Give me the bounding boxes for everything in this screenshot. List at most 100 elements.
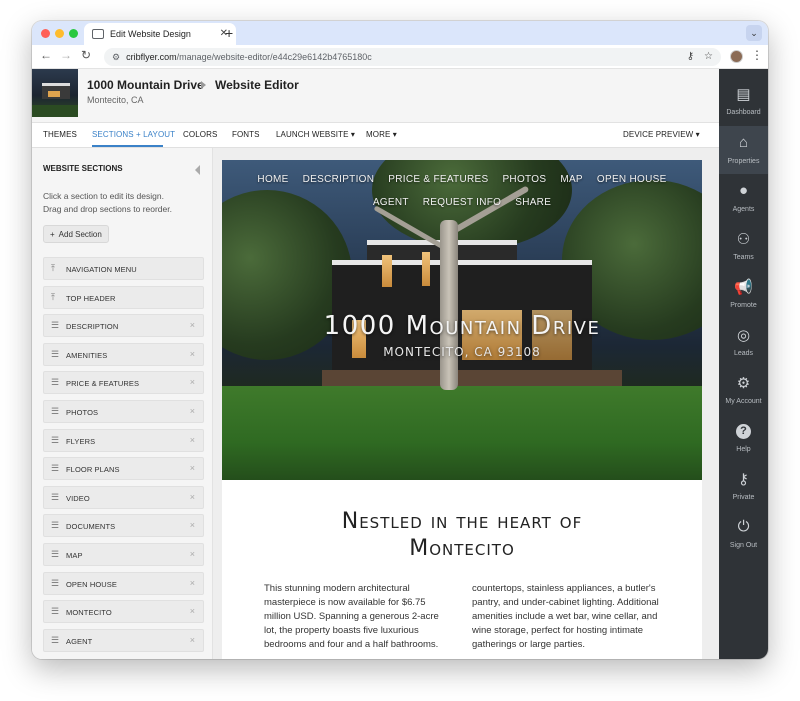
section-label: PHOTOS [66, 408, 99, 417]
drag-handle-icon[interactable]: ☰ [51, 521, 59, 530]
nav-item-dashboard[interactable]: ▤ Dashboard [719, 77, 768, 125]
minimize-window-button[interactable] [55, 29, 64, 38]
section-label: DOCUMENTS [66, 522, 116, 532]
dashboard-icon: ▤ [736, 86, 751, 103]
remove-section-icon[interactable]: × [190, 377, 195, 387]
drag-handle-icon[interactable]: ☰ [51, 550, 59, 559]
section-item[interactable]: ☰ FLYERS × [43, 428, 204, 452]
bookmark-star-icon[interactable]: ☆ [704, 51, 713, 62]
remove-section-icon[interactable]: × [190, 578, 195, 588]
nav-item-help[interactable]: ? Help [719, 414, 768, 462]
preview-nav-link[interactable]: PRICE & FEATURES [388, 174, 488, 185]
preview-nav-link[interactable]: SHARE [515, 197, 551, 208]
password-key-icon[interactable]: ⚷ [687, 51, 694, 62]
remove-section-icon[interactable]: × [190, 635, 195, 645]
section-item[interactable]: ⤒ NAVIGATION MENU [43, 257, 204, 280]
remove-section-icon[interactable]: × [190, 406, 195, 416]
forward-button[interactable]: → [58, 48, 74, 62]
section-item[interactable]: ☰ MAP × [43, 543, 204, 566]
drag-handle-icon[interactable]: ☰ [51, 578, 59, 588]
nav-item-label: Leads [733, 350, 754, 357]
section-item[interactable]: ☰ PRICE & FEATURES × [43, 371, 204, 395]
drag-handle-icon[interactable]: ☰ [51, 607, 59, 616]
reload-button[interactable]: ↻ [78, 48, 94, 62]
target-icon: ◎ [736, 327, 751, 344]
back-button[interactable]: ← [38, 48, 54, 62]
tab-fonts[interactable]: FONTS [232, 130, 260, 139]
nav-item-leads[interactable]: ◎ Leads [719, 318, 768, 366]
nav-item-my-account[interactable]: ⚙ My Account [719, 366, 768, 414]
device-preview-dropdown[interactable]: DEVICE PREVIEW ▾ [623, 130, 700, 139]
drag-handle-icon[interactable]: ☰ [51, 435, 59, 445]
teams-icon: ⚇ [736, 231, 751, 248]
properties-icon: ⌂ [738, 134, 749, 151]
sidebar-title: WEBSITE SECTIONS [43, 164, 123, 173]
preview-nav-link[interactable]: DESCRIPTION [303, 174, 375, 185]
maximize-window-button[interactable] [69, 29, 78, 38]
remove-section-icon[interactable]: × [190, 520, 195, 530]
new-tab-button[interactable]: + [225, 25, 233, 41]
tab-search-button[interactable]: ⌄ [746, 25, 762, 41]
website-preview[interactable]: HOME DESCRIPTION PRICE & FEATURES PHOTOS MAP… [222, 160, 702, 659]
section-item[interactable]: ☰ DESCRIPTION × [43, 314, 204, 338]
remove-section-icon[interactable]: × [190, 492, 195, 502]
nav-item-private[interactable]: ⚷ Private [719, 462, 768, 510]
section-label: DESCRIPTION [66, 322, 119, 332]
preview-nav-link[interactable]: OPEN HOUSE [597, 174, 667, 185]
site-info-icon[interactable]: ⚙ [112, 52, 120, 63]
close-window-button[interactable] [41, 29, 50, 38]
remove-section-icon[interactable]: × [190, 320, 195, 330]
sidebar-help-text: Click a section to edit its design. Drag… [43, 191, 172, 214]
drag-handle-icon[interactable]: ☰ [51, 635, 59, 645]
remove-section-icon[interactable]: × [190, 349, 195, 359]
section-item[interactable]: ☰ MONTECITO × [43, 600, 204, 624]
section-item[interactable]: ⤒ TOP HEADER [43, 285, 204, 309]
favicon-icon [92, 29, 104, 39]
nav-item-label: Dashboard [726, 109, 761, 116]
browser-tab[interactable]: Edit Website Design ✕ [84, 23, 236, 45]
remove-section-icon[interactable]: × [190, 606, 195, 616]
drag-handle-icon[interactable]: ☰ [51, 349, 59, 359]
nav-item-agents[interactable]: ● Agents [719, 174, 768, 222]
property-location: Montecito, CA [87, 95, 144, 105]
remove-section-icon[interactable]: × [190, 435, 195, 445]
drag-handle-icon[interactable]: ☰ [51, 492, 59, 502]
drag-handle-icon[interactable]: ☰ [51, 378, 59, 387]
tab-sections-layout[interactable]: SECTIONS + LAYOUT [92, 130, 175, 139]
remove-section-icon[interactable]: × [190, 463, 195, 473]
nav-item-teams[interactable]: ⚇ Teams [719, 222, 768, 270]
preview-nav-link[interactable]: PHOTOS [502, 174, 546, 185]
preview-nav-link[interactable]: AGENT [373, 197, 409, 208]
tab-colors[interactable]: COLORS [183, 130, 217, 139]
drag-handle-icon[interactable]: ☰ [51, 321, 59, 330]
agent-icon: ● [738, 182, 749, 199]
section-item[interactable]: ☰ AMENITIES × [43, 342, 204, 366]
collapse-sidebar-icon[interactable] [195, 165, 200, 175]
tab-launch-website[interactable]: LAUNCH WEBSITE ▾ [276, 130, 355, 139]
nav-item-sign-out[interactable]: ⏻ Sign Out [719, 510, 768, 558]
drag-handle-icon[interactable]: ☰ [51, 464, 59, 473]
preview-nav-link[interactable]: HOME [257, 174, 288, 185]
section-item[interactable]: ☰ PHOTOS × [43, 400, 204, 423]
hero-image[interactable]: HOME DESCRIPTION PRICE & FEATURES PHOTOS MAP… [222, 160, 702, 480]
section-item[interactable]: ☰ AGENT × [43, 628, 204, 652]
preview-nav-link[interactable]: REQUEST INFO [423, 197, 501, 208]
drag-handle-icon[interactable]: ☰ [51, 407, 59, 416]
nav-item-promote[interactable]: 📢 Promote [719, 270, 768, 318]
tab-themes[interactable]: THEMES [43, 130, 77, 139]
tab-more[interactable]: MORE ▾ [366, 130, 397, 139]
preview-nav-link[interactable]: MAP [560, 174, 583, 185]
section-item[interactable]: ☰ DOCUMENTS × [43, 514, 204, 538]
property-thumbnail[interactable] [32, 69, 78, 117]
browser-menu-icon[interactable]: ⋮ [751, 48, 763, 62]
nav-item-properties[interactable]: ⌂ Properties [719, 126, 768, 174]
nav-item-label: Private [732, 494, 755, 501]
section-item[interactable]: ☰ FLOOR PLANS × [43, 457, 204, 481]
profile-avatar[interactable] [730, 50, 743, 63]
section-item[interactable]: ☰ VIDEO × [43, 485, 204, 509]
address-bar[interactable]: ⚙ cribflyer.com/manage/website-editor/e4… [104, 48, 721, 66]
section-item[interactable]: ☰ OPEN HOUSE × [43, 571, 204, 595]
add-section-button[interactable]: + Add Section [43, 225, 109, 243]
property-name[interactable]: 1000 Mountain Drive [87, 78, 204, 92]
remove-section-icon[interactable]: × [190, 549, 195, 559]
